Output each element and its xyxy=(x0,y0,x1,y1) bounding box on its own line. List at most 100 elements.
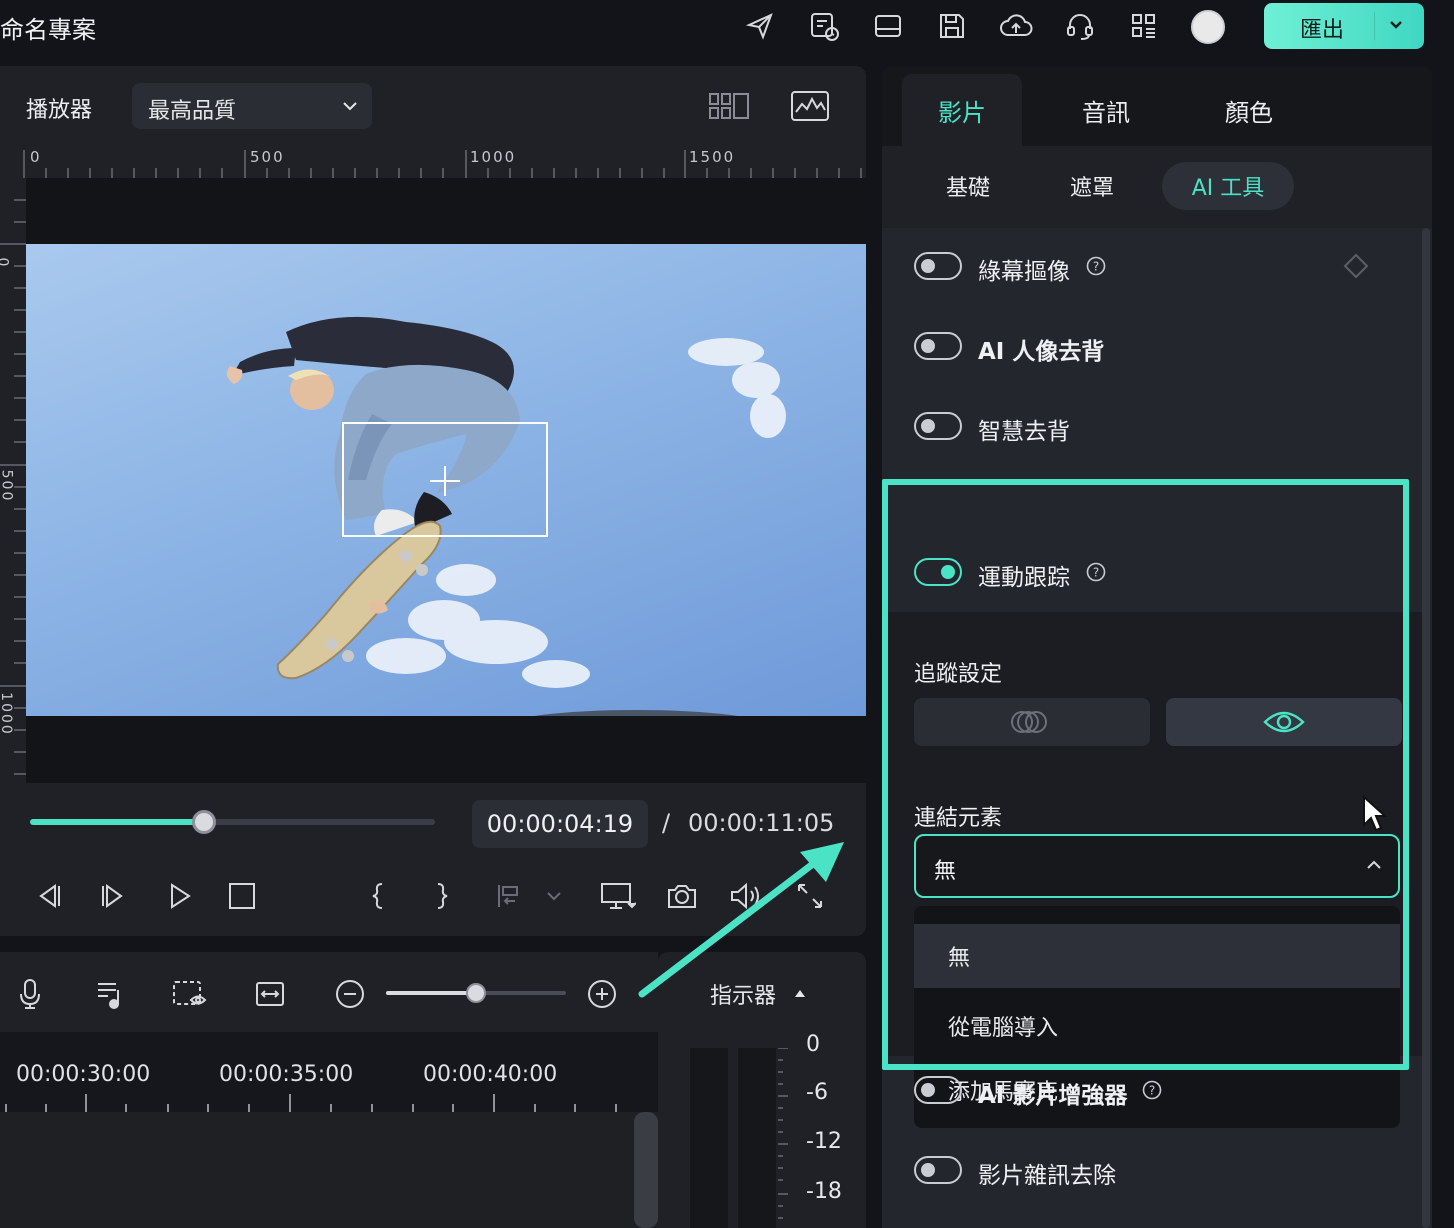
timeline-ruler[interactable]: 00:00:30:00 00:00:35:00 00:00:40:00 xyxy=(0,1032,658,1112)
avatar[interactable] xyxy=(1191,10,1225,44)
total-time: 00:00:11:05 xyxy=(688,809,835,837)
mouse-cursor-icon xyxy=(1363,795,1388,832)
timeline-scrollbar[interactable] xyxy=(634,1112,658,1228)
help-icon[interactable]: ? xyxy=(1086,256,1106,276)
subtab-mask[interactable]: 遮罩 xyxy=(1042,162,1142,210)
properties-tab-bar: 影片 音訊 顏色 xyxy=(882,66,1432,146)
dropdown-option-import[interactable]: 從電腦導入 xyxy=(914,994,1400,1058)
save-icon[interactable] xyxy=(934,8,970,44)
link-element-select[interactable]: 無 xyxy=(914,834,1400,898)
ai-portrait-label: AI 人像去背 xyxy=(978,339,1105,365)
zoom-fill xyxy=(386,991,476,995)
next-frame-icon[interactable] xyxy=(94,874,134,918)
play-icon[interactable] xyxy=(160,874,200,918)
zoom-slider[interactable] xyxy=(386,983,566,1003)
prev-frame-icon[interactable] xyxy=(28,874,68,918)
preview-canvas[interactable] xyxy=(26,178,866,783)
chevron-down-icon xyxy=(342,99,358,113)
chevron-down-icon[interactable] xyxy=(1388,17,1404,33)
ruler-label: 1000 xyxy=(0,692,14,736)
meter-bar-right xyxy=(738,1048,776,1228)
chroma-key-toggle[interactable] xyxy=(914,252,962,280)
link-element-label: 連結元素 xyxy=(914,806,1003,831)
time-separator: / xyxy=(662,809,671,837)
waveform-monitor-icon[interactable] xyxy=(790,90,830,122)
chroma-key-label: 綠幕摳像 xyxy=(978,259,1070,285)
zoom-in-icon[interactable] xyxy=(582,974,622,1014)
keyframe-diamond-icon[interactable] xyxy=(1342,252,1370,280)
annotation-arrow-icon xyxy=(638,842,844,998)
quality-select[interactable]: 最高品質 xyxy=(132,83,372,129)
scrubber-progress xyxy=(30,819,205,825)
svg-text:?: ? xyxy=(1093,260,1099,274)
insert-icon[interactable] xyxy=(488,874,528,918)
music-list-icon[interactable] xyxy=(90,974,130,1014)
timeline-panel: 00:00:30:00 00:00:35:00 00:00:40:00 xyxy=(0,952,658,1228)
svg-text:?: ? xyxy=(1093,566,1099,580)
denoise-label: 影片雜訊去除 xyxy=(978,1163,1116,1189)
help-icon[interactable]: ? xyxy=(1086,562,1106,582)
motion-tracking-label: 運動跟踪 xyxy=(978,565,1070,591)
ai-enhancer-label: AI 影片增強器 xyxy=(978,1083,1128,1109)
fit-icon[interactable] xyxy=(250,974,290,1014)
task-list-icon[interactable] xyxy=(806,8,842,44)
dropdown-option-none[interactable]: 無 xyxy=(914,924,1400,988)
motion-tracking-toggle[interactable] xyxy=(914,558,962,586)
preview-icon[interactable] xyxy=(170,974,210,1014)
stop-icon[interactable] xyxy=(222,874,262,918)
tracking-settings-label: 追蹤設定 xyxy=(914,662,1003,687)
meter-scale-ticks xyxy=(778,1048,788,1219)
denoise-toggle[interactable] xyxy=(914,1156,962,1184)
vertical-ruler: 0 500 1000 xyxy=(0,178,26,783)
properties-panel: 影片 音訊 顏色 基礎 遮罩 AI 工具 綠幕摳像 ? AI 人像去背 智慧去背… xyxy=(882,66,1432,1228)
mark-out-icon[interactable] xyxy=(422,874,462,918)
crosshair xyxy=(444,466,446,496)
apps-grid-icon[interactable] xyxy=(1126,8,1162,44)
eye-icon xyxy=(1263,711,1305,733)
microphone-icon[interactable] xyxy=(10,974,50,1014)
link-element-value: 無 xyxy=(934,859,957,884)
export-button[interactable]: 匯出 xyxy=(1264,3,1424,49)
meter-scale-label: -12 xyxy=(806,1129,842,1154)
project-title[interactable]: 命名專案 xyxy=(0,10,96,45)
player-panel: 播放器 最高品質 0 500 1000 1500 500 1000 00:00:… xyxy=(0,66,866,936)
grid-view-icon[interactable] xyxy=(708,92,750,120)
tab-audio[interactable]: 音訊 xyxy=(1046,74,1166,146)
timeline-track[interactable] xyxy=(0,1112,658,1228)
mark-in-icon[interactable] xyxy=(358,874,398,918)
svg-text:?: ? xyxy=(1149,1084,1155,1098)
tab-color[interactable]: 顏色 xyxy=(1189,74,1309,146)
ruler-label: 500 xyxy=(0,469,15,503)
send-icon[interactable] xyxy=(742,8,778,44)
layout-icon[interactable] xyxy=(870,8,906,44)
track-mode-overlap-button[interactable] xyxy=(914,698,1150,746)
scrubber-handle[interactable] xyxy=(192,810,217,834)
zoom-handle[interactable] xyxy=(466,983,486,1003)
meter-scale-label: -6 xyxy=(806,1080,828,1105)
video-frame[interactable] xyxy=(26,244,866,716)
export-label: 匯出 xyxy=(1300,18,1345,43)
help-icon[interactable]: ? xyxy=(1142,1080,1162,1100)
playback-scrubber[interactable] xyxy=(30,810,435,834)
properties-scrollbar[interactable] xyxy=(1422,228,1430,1228)
ai-portrait-toggle[interactable] xyxy=(914,332,962,360)
current-time[interactable]: 00:00:04:19 xyxy=(472,800,648,848)
ruler-label: 1500 xyxy=(689,148,736,166)
chevron-down-icon[interactable] xyxy=(534,874,574,918)
smart-cutout-toggle[interactable] xyxy=(914,412,962,440)
properties-sub-tabs: 基礎 遮罩 AI 工具 xyxy=(882,146,1432,228)
subtab-basic[interactable]: 基礎 xyxy=(918,162,1018,210)
top-bar: 命名專案 匯出 xyxy=(0,0,1454,56)
export-divider xyxy=(1374,12,1375,40)
ai-enhancer-toggle[interactable] xyxy=(914,1076,962,1104)
cloud-upload-icon[interactable] xyxy=(998,8,1034,44)
subtab-ai-tools[interactable]: AI 工具 xyxy=(1162,162,1294,210)
motion-tracking-header xyxy=(882,546,1422,612)
meter-scale-label: 0 xyxy=(806,1032,820,1057)
tab-video[interactable]: 影片 xyxy=(902,74,1022,146)
meter-bar-left xyxy=(690,1048,728,1228)
chevron-up-icon xyxy=(1366,858,1382,872)
track-mode-view-button[interactable] xyxy=(1166,698,1402,746)
zoom-out-icon[interactable] xyxy=(330,974,370,1014)
headset-icon[interactable] xyxy=(1062,8,1098,44)
